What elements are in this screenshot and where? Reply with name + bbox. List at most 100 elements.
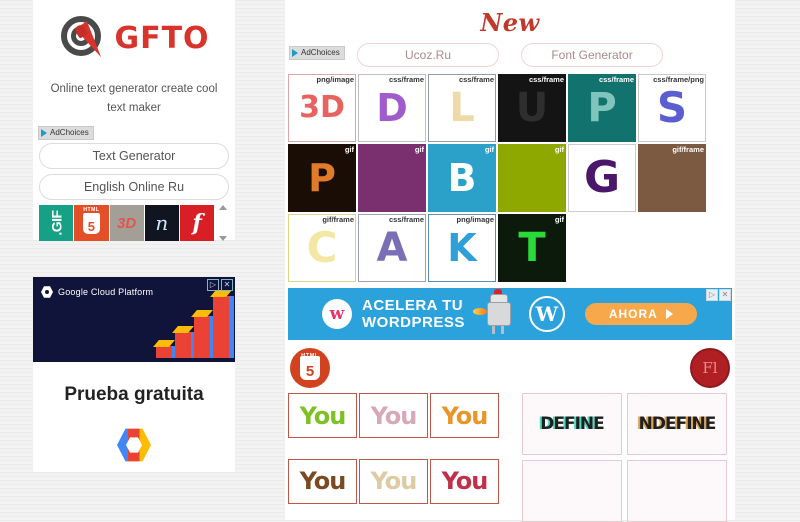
tile-glyph: 3D xyxy=(299,90,345,125)
tile-glyph: A xyxy=(376,225,408,271)
thumbnail-scroll-controls[interactable] xyxy=(215,205,229,241)
you-sample-tile[interactable]: You xyxy=(359,393,428,438)
define-sample-tile[interactable] xyxy=(627,460,727,522)
google-ad-body: Prueba gratuita xyxy=(33,362,235,472)
banner-line-2: WORDPRESS xyxy=(362,314,465,331)
tile-format-label: css/frame xyxy=(388,215,424,224)
flash-badge-label: Fl xyxy=(702,359,718,377)
bar-1 xyxy=(153,340,177,358)
thumb-html5-label: 5 xyxy=(82,212,100,234)
banner-close-controls[interactable]: ▷ ✕ xyxy=(706,289,731,301)
thumb-script-n[interactable]: n xyxy=(144,205,179,241)
wordpress-banner-ad[interactable]: w ACELERA TU WORDPRESS W AHORA ▷ ✕ xyxy=(288,288,732,340)
adchoices-badge-main[interactable]: AdChoices xyxy=(289,46,345,60)
sidebar: GFTO Online text generator create cool t… xyxy=(33,0,235,241)
button-ucoz-ru[interactable]: Ucoz.Ru xyxy=(357,43,499,67)
you-sample-text: You xyxy=(299,401,347,430)
tile-format-label: gif xyxy=(554,215,564,224)
top-button-group: Ucoz.Ru Font Generator xyxy=(285,43,735,67)
tile-format-label: gif xyxy=(414,145,424,154)
banner-info-icon[interactable]: ▷ xyxy=(706,289,718,301)
letter-tile[interactable]: css/frame D xyxy=(358,74,426,142)
you-sample-tile[interactable]: You xyxy=(288,458,357,504)
letter-tile[interactable]: css/frame/png S xyxy=(638,74,706,142)
tile-format-label: png/image xyxy=(316,75,354,84)
tile-format-label: gif/frame xyxy=(672,145,704,154)
top-toolbar: AdChoices Ucoz.Ru Font Generator xyxy=(285,43,735,69)
target-brush-icon xyxy=(58,13,108,63)
you-sample-tile[interactable]: You xyxy=(430,393,499,438)
letter-tile[interactable]: gif B xyxy=(428,144,496,212)
google-ad-image: Google Cloud Platform ▷ ✕ xyxy=(33,277,235,362)
google-cloud-hex-icon xyxy=(41,286,53,298)
tile-glyph: L xyxy=(449,85,475,131)
button-text-generator[interactable]: Text Generator xyxy=(39,143,229,169)
tile-glyph: S xyxy=(656,83,688,132)
site-logo[interactable]: GFTO xyxy=(33,0,235,66)
tile-glyph: D xyxy=(376,86,408,130)
tile-glyph: G xyxy=(583,152,621,203)
letter-tile[interactable]: png/image K xyxy=(428,214,496,282)
bar-4 xyxy=(210,290,234,358)
letter-tile[interactable]: gif/frame xyxy=(638,144,706,212)
ad-info-icon[interactable]: ▷ xyxy=(207,279,219,291)
logo-text: GFTO xyxy=(114,20,210,56)
banner-close-icon[interactable]: ✕ xyxy=(719,289,731,301)
adchoices-badge-sidebar[interactable]: AdChoices xyxy=(38,126,94,140)
define-sample-tile[interactable] xyxy=(522,460,622,522)
define-sample-text: NDEFINE xyxy=(638,414,717,434)
letter-tile[interactable]: gif xyxy=(358,144,426,212)
letter-tile[interactable]: gif T xyxy=(498,214,566,282)
tile-glyph: U xyxy=(515,85,549,131)
tile-glyph: C xyxy=(306,223,338,272)
letter-tile[interactable]: png/image 3D xyxy=(288,74,356,142)
adchoices-label-main: AdChoices xyxy=(301,48,340,57)
thumb-flash[interactable]: f xyxy=(180,205,215,241)
tile-format-label: css/frame/png xyxy=(653,75,704,84)
letter-tile[interactable]: css/frame P xyxy=(568,74,636,142)
google-cloud-hex-logo xyxy=(117,428,151,462)
letter-tile[interactable]: gif P xyxy=(288,144,356,212)
define-sample-tile[interactable]: NDEFINE xyxy=(627,393,727,455)
scroll-up-icon[interactable] xyxy=(219,205,228,210)
adchoices-triangle-icon-main xyxy=(292,49,298,57)
flash-badge-icon: Fl xyxy=(690,348,730,388)
tile-format-label: png/image xyxy=(456,215,494,224)
you-sample-tile[interactable]: You xyxy=(288,393,357,438)
letter-tile[interactable]: G xyxy=(568,144,636,212)
tile-format-label: gif xyxy=(484,145,494,154)
thumb-gif[interactable]: .GIF xyxy=(39,205,74,241)
site-tagline: Online text generator create cool text m… xyxy=(50,83,218,114)
page-title: New xyxy=(480,8,540,37)
thumb-3d[interactable]: 3D xyxy=(109,205,144,241)
letter-tile[interactable]: css/frame U xyxy=(498,74,566,142)
define-sample-tile[interactable]: DEFINE xyxy=(522,393,622,455)
ad-close-controls[interactable]: ▷ ✕ xyxy=(207,279,233,291)
google-cloud-ad[interactable]: Google Cloud Platform ▷ ✕ Prueba gratuit… xyxy=(33,277,235,472)
tile-format-label: css/frame xyxy=(598,75,634,84)
main-content: New AdChoices Ucoz.Ru Font Generator png… xyxy=(285,0,735,522)
bar-3 xyxy=(191,310,215,358)
arrow-right-icon xyxy=(665,309,673,319)
tile-glyph: B xyxy=(447,156,477,200)
banner-cta-label: AHORA xyxy=(608,307,658,321)
sidebar-buttons: Text Generator English Online Ru .GIF HT… xyxy=(37,143,231,241)
thumb-html5[interactable]: HTML 5 xyxy=(74,205,109,241)
letter-tile[interactable]: css/frame A xyxy=(358,214,426,282)
you-sample-text: You xyxy=(299,467,347,495)
thumb-script-n-label: n xyxy=(155,211,169,235)
letter-tile[interactable]: gif/frame C xyxy=(288,214,356,282)
you-sample-text: You xyxy=(370,401,418,430)
you-sample-tile[interactable]: You xyxy=(430,458,499,504)
you-sample-grid: You You You You You You xyxy=(288,393,500,522)
ad-close-icon[interactable]: ✕ xyxy=(221,279,233,291)
letter-tile[interactable]: css/frame L xyxy=(428,74,496,142)
banner-cta-button[interactable]: AHORA xyxy=(584,303,697,325)
button-font-generator[interactable]: Font Generator xyxy=(521,43,663,67)
button-english-online-ru[interactable]: English Online Ru xyxy=(39,174,229,200)
letter-tile[interactable]: gif xyxy=(498,144,566,212)
scroll-down-icon[interactable] xyxy=(219,236,228,241)
define-sample-text: DEFINE xyxy=(540,414,605,434)
you-sample-tile[interactable]: You xyxy=(359,458,428,504)
define-sample-grid: DEFINE NDEFINE xyxy=(522,393,727,522)
